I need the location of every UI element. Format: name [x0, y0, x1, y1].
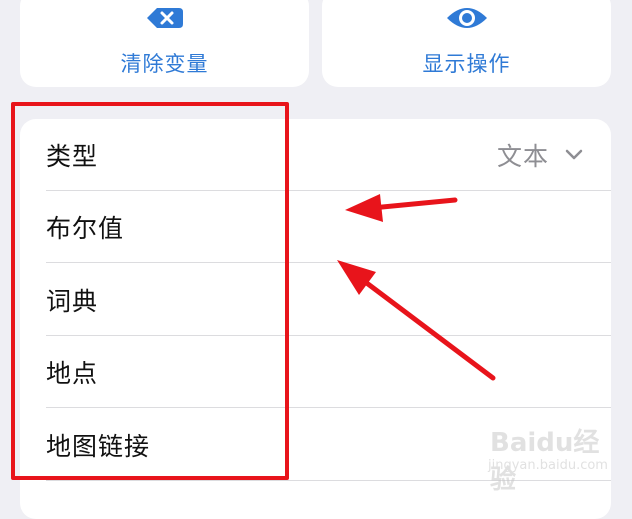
- clear-variable-label: 清除变量: [120, 52, 209, 76]
- show-action-button[interactable]: 显示操作: [322, 0, 611, 87]
- watermark: Baidu经验 jingyan.baidu.com: [486, 422, 608, 495]
- clear-variable-button[interactable]: 清除变量: [20, 0, 309, 87]
- watermark-url: jingyan.baidu.com: [488, 458, 608, 473]
- type-selector[interactable]: 文本: [497, 137, 583, 173]
- show-action-label: 显示操作: [422, 52, 511, 76]
- chevron-down-icon: [565, 149, 583, 160]
- eye-icon: [446, 8, 487, 28]
- type-value: 文本: [496, 142, 549, 171]
- highlight-box: [11, 102, 289, 480]
- clear-icon: [146, 8, 183, 28]
